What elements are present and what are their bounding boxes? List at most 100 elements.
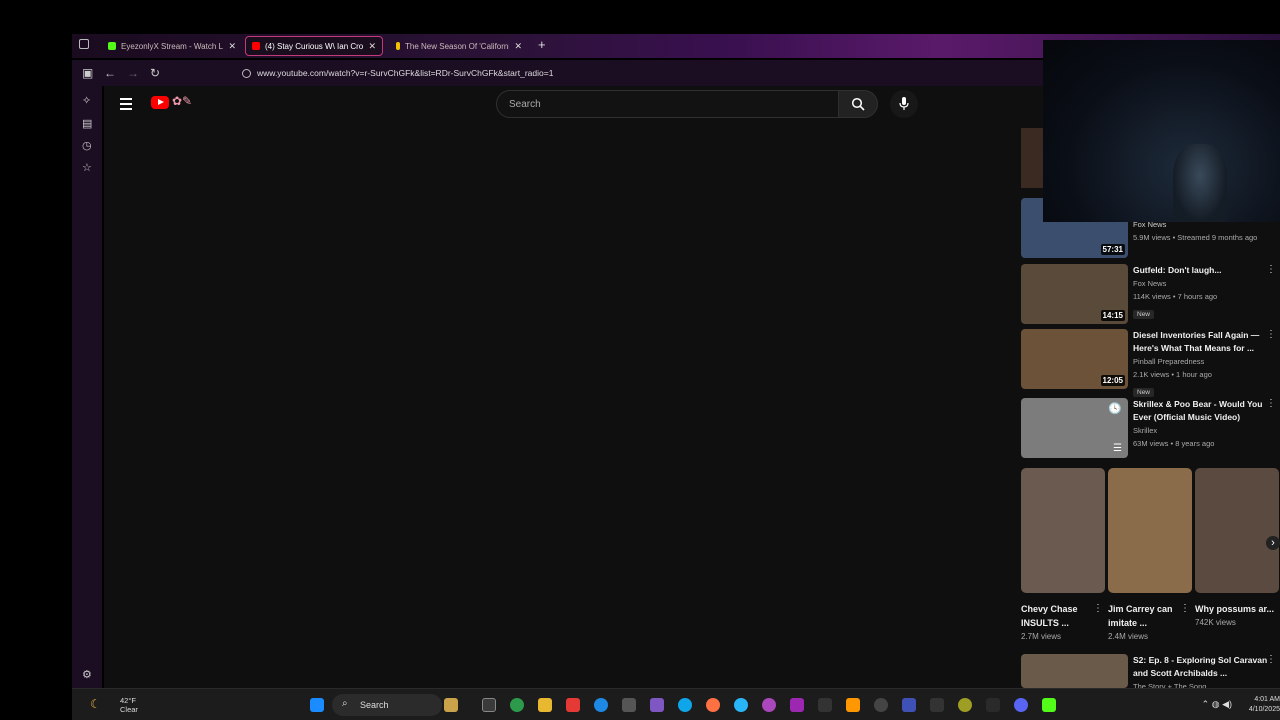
new-tab-button[interactable]: + [538, 37, 546, 52]
channel-name[interactable]: The Story + The Song [1133, 680, 1268, 688]
video-thumbnail[interactable]: 12:05 [1021, 329, 1128, 389]
document-icon[interactable] [902, 698, 916, 712]
video-title[interactable]: S2: Ep. 8 - Exploring Sol Caravan and Sc… [1133, 654, 1268, 680]
video-title[interactable]: Gutfeld: Don't laugh... [1133, 264, 1268, 277]
weather-widget[interactable]: ☾ 42°F Clear [90, 696, 138, 714]
settings-gear-icon[interactable]: ⚙ [82, 668, 92, 681]
kick-icon [108, 42, 116, 50]
store-icon[interactable] [622, 698, 636, 712]
ccleaner-icon[interactable] [734, 698, 748, 712]
history-icon[interactable]: ◷ [82, 139, 92, 152]
more-options-icon[interactable]: ⋮ [1180, 603, 1190, 614]
back-icon[interactable]: ← [104, 66, 116, 80]
reload-icon[interactable]: ↻ [150, 66, 160, 80]
start-icon[interactable] [310, 698, 324, 712]
tab-californian[interactable]: The New Season Of 'Californian' ✕ [390, 36, 528, 56]
next-arrow-icon[interactable]: › [1266, 536, 1280, 550]
video-title[interactable]: Skrillex & Poo Bear - Would You Ever (Of… [1133, 398, 1268, 424]
more-options-icon[interactable]: ⋮ [1093, 603, 1103, 614]
close-icon[interactable]: ✕ [368, 41, 376, 52]
taskbar-search[interactable]: ⌕ Search [332, 694, 442, 716]
more-options-icon[interactable]: ⋮ [1266, 264, 1276, 275]
tray-icons[interactable]: ⌃ ◍ ◀) [1202, 699, 1232, 710]
more-options-icon[interactable]: ⋮ [1266, 654, 1276, 665]
recommendation-item[interactable]: 14:15 Gutfeld: Don't laugh... Fox News 1… [1021, 264, 1280, 324]
firefox-icon[interactable] [706, 698, 720, 712]
video-player[interactable] [104, 126, 1014, 686]
system-clock[interactable]: 4:01 AM 4/10/2025 [1249, 695, 1280, 715]
address-bar[interactable]: www.youtube.com/watch?v=r-SurvChGFk&list… [242, 64, 1032, 82]
webcam-overlay [1043, 40, 1280, 222]
edge-icon[interactable] [678, 698, 692, 712]
short-views: 2.4M views [1108, 632, 1149, 641]
video-thumbnail[interactable] [1021, 654, 1128, 688]
search-highlight-icon[interactable] [444, 698, 458, 712]
short-thumbnail[interactable] [1195, 468, 1279, 593]
video-stats: 5.9M views • Streamed 9 months ago [1133, 233, 1258, 242]
video-title[interactable]: Diesel Inventories Fall Again — Here's W… [1133, 329, 1268, 355]
obs-icon[interactable] [874, 698, 888, 712]
copilot-icon[interactable] [650, 698, 664, 712]
menu-icon[interactable] [120, 98, 132, 113]
watch-later-icon[interactable]: 🕓 [1108, 402, 1122, 415]
forward-icon[interactable]: → [127, 66, 139, 80]
voice-search-button[interactable] [890, 90, 918, 118]
chrome-icon[interactable] [510, 698, 524, 712]
bookmark-icon [396, 42, 400, 50]
youtube-app-icon[interactable] [566, 698, 580, 712]
messenger-icon[interactable] [594, 698, 608, 712]
search-button[interactable] [838, 90, 878, 118]
url-text: www.youtube.com/watch?v=r-SurvChGFk&list… [257, 68, 554, 78]
sparkle-icon[interactable]: ✧ [82, 94, 91, 107]
recommendation-item[interactable]: 12:05 Diesel Inventories Fall Again — He… [1021, 329, 1280, 397]
short-item[interactable]: Chevy Chase INSULTS ... 2.7M views ⋮ [1021, 468, 1105, 641]
partial-thumbnail[interactable] [1021, 128, 1043, 188]
favorites-icon[interactable]: ☆ [82, 161, 92, 174]
tab-eyezonlyx[interactable]: EyezonlyX Stream - Watch Live ✕ [102, 36, 242, 56]
kick-app-icon[interactable] [1042, 698, 1056, 712]
navigation-bar: ▣ ← → ↻ www.youtube.com/watch?v=r-SurvCh… [72, 60, 1044, 86]
task-view-icon[interactable] [482, 698, 496, 712]
more-options-icon[interactable]: ⋮ [1266, 398, 1276, 409]
close-icon[interactable]: ✕ [514, 41, 522, 52]
short-thumbnail[interactable] [1021, 468, 1105, 593]
search-icon: ⌕ [342, 698, 348, 709]
fox-app-icon[interactable] [846, 698, 860, 712]
weather-desc: Clear [120, 705, 138, 714]
paint-icon[interactable] [790, 698, 804, 712]
site-info-icon[interactable] [242, 68, 251, 78]
search-input[interactable] [507, 98, 811, 111]
close-icon[interactable]: ✕ [228, 41, 236, 52]
sidebar-toggle-icon[interactable]: ▣ [82, 66, 93, 80]
more-options-icon[interactable]: ⋮ [1266, 329, 1276, 340]
short-item[interactable]: Why possums ar... 742K views [1195, 468, 1279, 627]
youtube-logo[interactable] [151, 96, 169, 109]
video-thumbnail[interactable]: 🕓 ☰ [1021, 398, 1128, 458]
reader-icon[interactable]: ▤ [82, 117, 92, 130]
discord-icon[interactable] [1014, 698, 1028, 712]
recommendation-item[interactable]: 🕓 ☰ Skrillex & Poo Bear - Would You Ever… [1021, 398, 1280, 458]
recommendation-item[interactable]: S2: Ep. 8 - Exploring Sol Caravan and Sc… [1021, 654, 1280, 688]
search-icon [851, 97, 865, 111]
channel-name[interactable]: Pinball Preparedness [1133, 355, 1268, 368]
video-thumbnail[interactable]: 14:15 [1021, 264, 1128, 324]
short-views: 2.7M views [1021, 632, 1062, 641]
short-item[interactable]: Jim Carrey can imitate ... 2.4M views ⋮ [1108, 468, 1192, 641]
video-stats: 2.1K views • 1 hour ago [1133, 370, 1212, 379]
tool-icon[interactable] [930, 698, 944, 712]
youtube-doodle-icon[interactable]: ✿✎ [172, 94, 192, 108]
game-icon[interactable] [958, 698, 972, 712]
media-icon[interactable] [986, 698, 1000, 712]
short-title[interactable]: Why possums ar... [1195, 602, 1279, 616]
tab-youtube[interactable]: (4) Stay Curious W\ Ian Crossland ✕ [245, 36, 383, 56]
file-explorer-icon[interactable] [538, 698, 552, 712]
audio-app-icon[interactable] [818, 698, 832, 712]
app-icon[interactable] [762, 698, 776, 712]
add-to-queue-icon[interactable]: ☰ [1113, 443, 1122, 454]
short-thumbnail[interactable] [1108, 468, 1192, 593]
channel-name[interactable]: Fox News [1133, 277, 1268, 290]
tab-overview-icon[interactable] [79, 39, 89, 49]
channel-name[interactable]: Skrillex [1133, 424, 1268, 437]
search-box[interactable] [496, 90, 839, 118]
video-stats: 114K views • 7 hours ago [1133, 292, 1218, 301]
